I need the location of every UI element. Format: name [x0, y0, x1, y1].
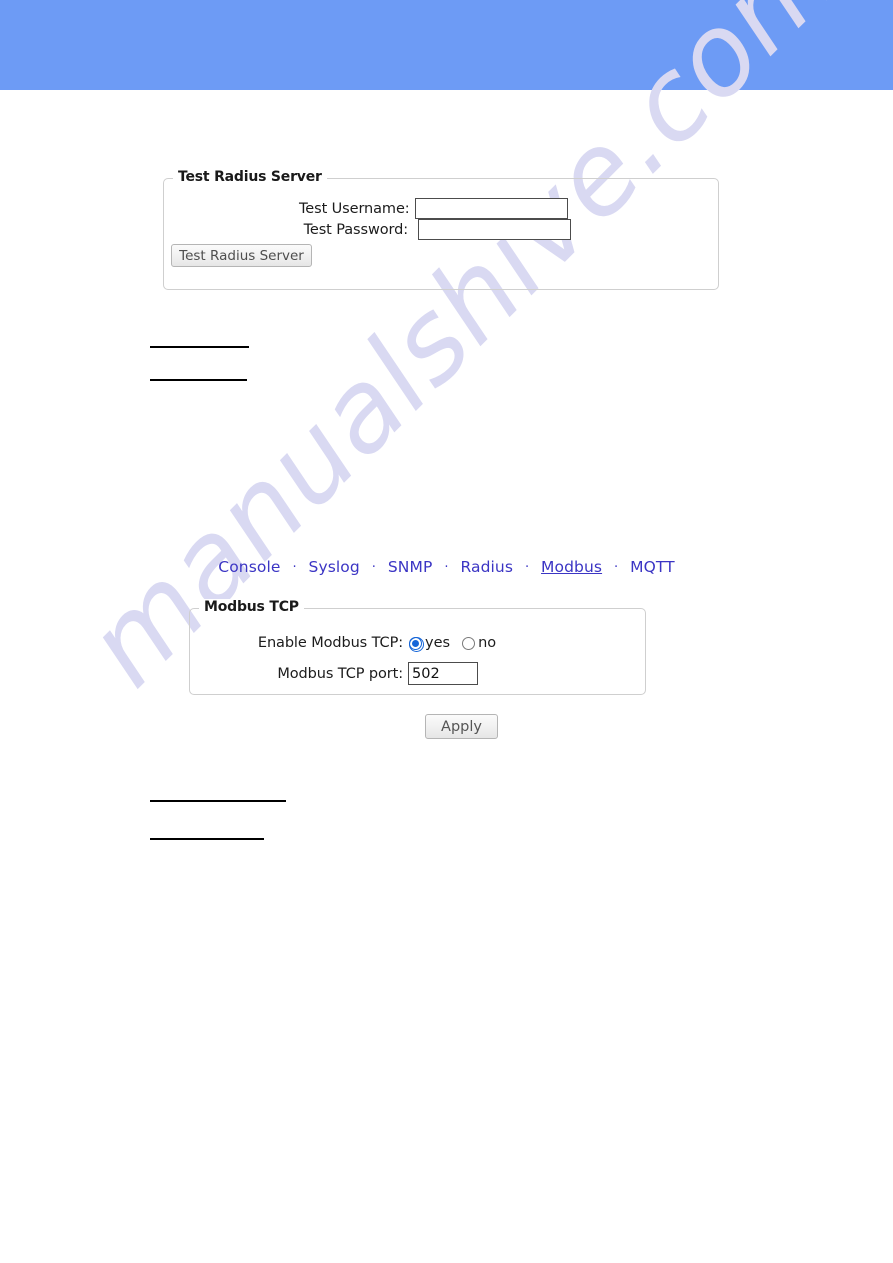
modbus-tcp-port-label: Modbus TCP port: [277, 665, 403, 682]
enable-modbus-tcp-option-no[interactable]: no [462, 635, 496, 651]
radio-unselected-icon[interactable] [462, 636, 476, 650]
test-password-label: Test Password: [303, 221, 408, 238]
enable-modbus-tcp-option-yes[interactable]: yes [409, 635, 451, 652]
horizontal-rule-2 [150, 379, 247, 381]
nav-link-console[interactable]: Console [218, 558, 280, 576]
nav-separator: · [292, 560, 297, 575]
modbus-tcp-legend: Modbus TCP [199, 599, 304, 615]
enable-modbus-tcp-row: Enable Modbus TCP: yes no [233, 635, 496, 652]
nav-link-syslog[interactable]: Syslog [309, 558, 360, 576]
nav-link-snmp[interactable]: SNMP [388, 558, 433, 576]
page-content: Test Radius Server Test Username: Test P… [0, 0, 893, 1263]
apply-button[interactable]: Apply [425, 714, 498, 739]
section-nav-links: Console · Syslog · SNMP · Radius · Modbu… [0, 558, 893, 576]
radio-selected-icon[interactable] [409, 636, 424, 652]
nav-link-radius[interactable]: Radius [460, 558, 513, 576]
enable-modbus-tcp-label: Enable Modbus TCP: [257, 635, 403, 651]
test-radius-server-button[interactable]: Test Radius Server [171, 244, 312, 267]
modbus-tcp-port-row: Modbus TCP port: [252, 662, 478, 685]
test-password-row: Test Password: [302, 219, 571, 240]
test-username-input[interactable] [415, 198, 568, 219]
horizontal-rule-4 [150, 838, 264, 840]
modbus-tcp-port-input[interactable] [408, 662, 478, 685]
enable-modbus-tcp-option-no-label: no [478, 635, 497, 651]
nav-separator: · [371, 560, 376, 575]
enable-modbus-tcp-radio-group: yes no [409, 635, 496, 652]
test-password-input[interactable] [418, 219, 571, 240]
horizontal-rule-3 [150, 800, 286, 802]
nav-separator: · [524, 560, 530, 575]
nav-link-modbus[interactable]: Modbus [541, 558, 602, 576]
nav-link-mqtt[interactable]: MQTT [630, 558, 675, 576]
horizontal-rule-1 [150, 346, 249, 348]
test-username-row: Test Username: [299, 198, 568, 219]
nav-separator: · [614, 560, 619, 575]
test-username-label: Test Username: [299, 200, 410, 217]
enable-modbus-tcp-option-yes-label: yes [425, 635, 451, 651]
test-radius-server-legend: Test Radius Server [173, 169, 327, 185]
nav-separator: · [444, 560, 449, 575]
